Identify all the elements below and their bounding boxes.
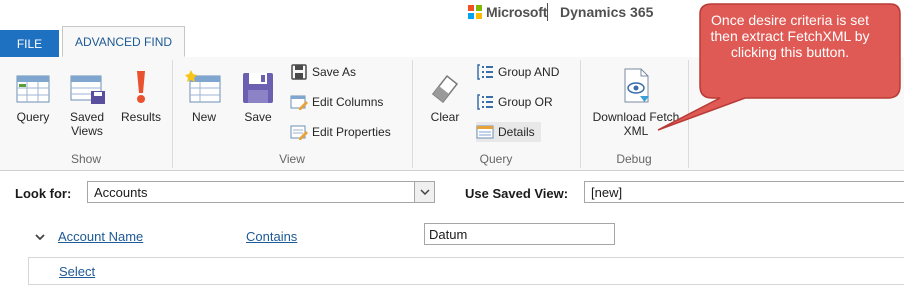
brand-divider xyxy=(547,3,548,21)
save-label: Save xyxy=(244,110,272,124)
edit-columns-label: Edit Columns xyxy=(312,95,384,109)
details-button[interactable]: Details xyxy=(476,122,541,142)
group-or-icon xyxy=(476,93,494,111)
download-fetch-xml-label: Download Fetch XML xyxy=(592,110,680,138)
look-for-select[interactable]: Accounts xyxy=(87,181,435,203)
criteria-operator-link[interactable]: Contains xyxy=(246,229,297,244)
edit-properties-button[interactable]: Edit Properties xyxy=(290,122,391,142)
collapse-chevron-icon[interactable] xyxy=(34,231,46,245)
download-xml-icon xyxy=(616,62,656,106)
download-fetch-xml-button[interactable]: Download Fetch XML xyxy=(586,62,686,138)
group-and-button[interactable]: Group AND xyxy=(476,62,559,82)
product-name: Dynamics 365 xyxy=(560,4,654,20)
group-or-label: Group OR xyxy=(498,95,553,109)
edit-columns-icon xyxy=(290,93,308,111)
details-label: Details xyxy=(498,125,535,139)
new-view-icon xyxy=(184,62,224,106)
saved-view-value: [new] xyxy=(591,185,623,200)
clear-button[interactable]: Clear xyxy=(420,62,470,124)
exclamation-icon xyxy=(121,62,161,106)
chevron-down-icon[interactable] xyxy=(414,182,434,202)
saved-views-icon xyxy=(67,62,107,106)
save-as-button[interactable]: Save As xyxy=(290,62,356,82)
save-as-icon xyxy=(290,63,308,81)
criteria-value-input[interactable]: Datum xyxy=(424,223,615,245)
tab-advanced-find[interactable]: ADVANCED FIND xyxy=(62,26,185,57)
look-for-value: Accounts xyxy=(94,185,148,200)
group-label-debug: Debug xyxy=(616,152,652,166)
microsoft-logo-icon xyxy=(468,5,482,19)
select-row xyxy=(28,257,904,285)
details-icon xyxy=(476,123,494,141)
group-label-view: View xyxy=(279,152,305,166)
use-saved-view-label: Use Saved View: xyxy=(465,186,569,201)
callout-text: Once desire criteria is set then extract… xyxy=(710,12,870,60)
edit-properties-icon xyxy=(290,123,308,141)
company-name: Microsoft xyxy=(486,4,548,20)
new-label: New xyxy=(191,110,216,124)
new-button[interactable]: New xyxy=(180,62,228,124)
group-and-label: Group AND xyxy=(498,65,560,79)
criteria-value: Datum xyxy=(429,227,468,242)
group-and-icon xyxy=(476,63,494,81)
query-label: Query xyxy=(16,110,50,124)
group-label-show: Show xyxy=(70,152,102,166)
save-button[interactable]: Save xyxy=(234,62,282,124)
eraser-icon xyxy=(425,62,465,106)
query-button[interactable]: Query xyxy=(6,62,60,124)
saved-views-button[interactable]: Saved Views xyxy=(62,62,112,138)
results-button[interactable]: Results xyxy=(116,62,166,124)
saved-views-label: Saved Views xyxy=(69,110,105,138)
tab-file[interactable]: FILE xyxy=(0,30,59,58)
clear-label: Clear xyxy=(430,110,460,124)
query-icon xyxy=(13,62,53,106)
criteria-field-link[interactable]: Account Name xyxy=(58,229,143,244)
look-for-label: Look for: xyxy=(15,186,72,201)
save-as-label: Save As xyxy=(312,65,357,79)
edit-columns-button[interactable]: Edit Columns xyxy=(290,92,383,112)
group-divider xyxy=(688,60,689,168)
group-or-button[interactable]: Group OR xyxy=(476,92,553,112)
group-label-query: Query xyxy=(479,152,513,166)
save-icon xyxy=(238,62,278,106)
select-link[interactable]: Select xyxy=(59,264,95,279)
saved-view-select[interactable]: [new] xyxy=(584,181,904,203)
edit-properties-label: Edit Properties xyxy=(312,125,391,139)
results-label: Results xyxy=(120,110,161,124)
